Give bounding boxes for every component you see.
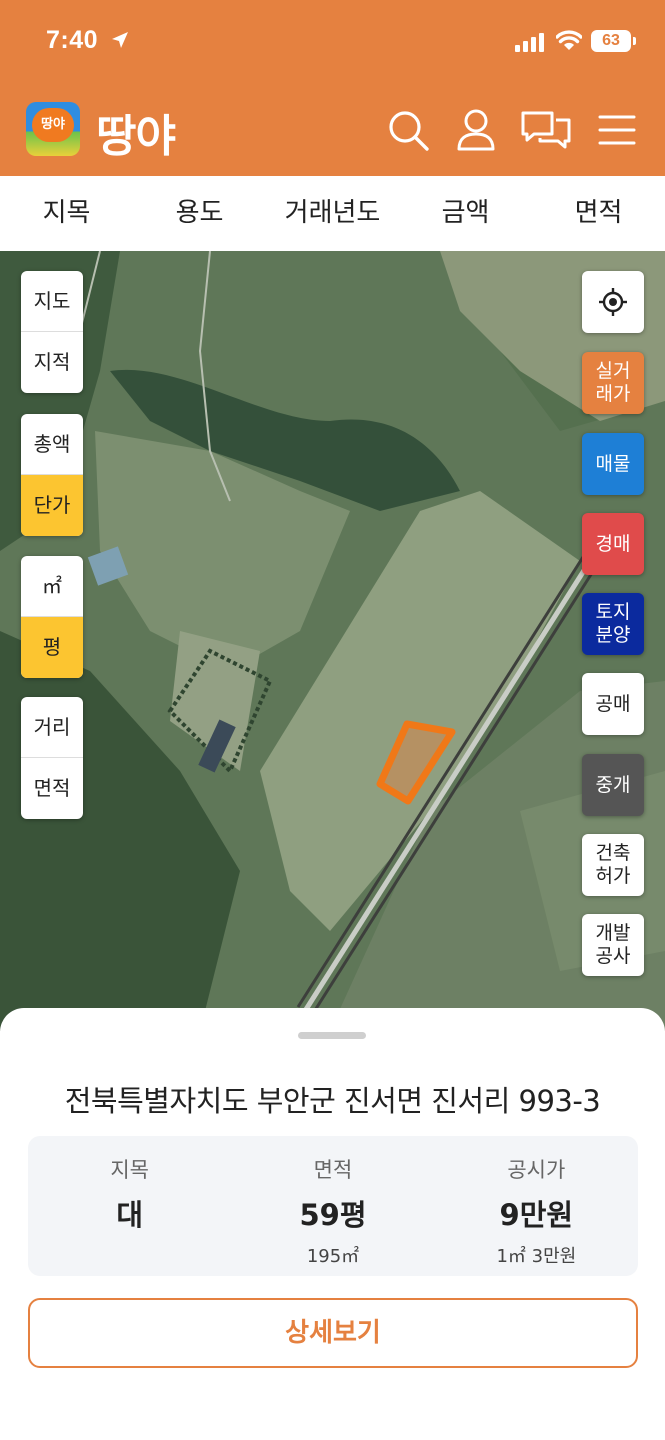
filter-tab-bar: 지목 용도 거래년도 금액 면적 bbox=[0, 176, 665, 251]
land-type-value: 대 bbox=[116, 1198, 143, 1232]
satellite-imagery bbox=[0, 251, 665, 1031]
official-price-label: 공시가 bbox=[507, 1158, 566, 1182]
measure-tools: 거리 면적 bbox=[21, 697, 83, 819]
sheet-drag-handle[interactable] bbox=[298, 1032, 366, 1039]
wifi-icon bbox=[556, 30, 582, 50]
area-sub-value: 195㎡ bbox=[306, 1246, 360, 1267]
area-column: 면적 59평 195㎡ bbox=[231, 1136, 434, 1276]
area-unit-toggle: ㎡ 평 bbox=[21, 556, 83, 678]
official-price-value: 9만원 bbox=[499, 1198, 574, 1232]
filter-tab-amount[interactable]: 금액 bbox=[399, 176, 532, 251]
cellular-signal-icon bbox=[515, 33, 544, 52]
layer-auction-button[interactable]: 경매 bbox=[582, 513, 644, 575]
search-icon[interactable] bbox=[386, 108, 430, 152]
layer-cadastral-button[interactable]: 지적 bbox=[21, 332, 83, 393]
price-unit-button[interactable]: 단가 bbox=[21, 475, 83, 536]
layer-land-sale-button[interactable]: 토지 분양 bbox=[582, 593, 644, 655]
unit-pyeong-button[interactable]: 평 bbox=[21, 617, 83, 678]
view-details-button[interactable]: 상세보기 bbox=[28, 1298, 638, 1368]
price-total-button[interactable]: 총액 bbox=[21, 414, 83, 475]
map-layer-toggle: 지도 지적 bbox=[21, 271, 83, 393]
parcel-address: 전북특별자치도 부안군 진서면 진서리 993-3 bbox=[64, 1084, 601, 1118]
crosshair-icon bbox=[599, 288, 627, 316]
status-time: 7:40 bbox=[46, 26, 99, 54]
location-arrow-icon bbox=[112, 32, 128, 48]
layer-building-permit-button[interactable]: 건축 허가 bbox=[582, 834, 644, 896]
layer-listings-button[interactable]: 매물 bbox=[582, 433, 644, 495]
layer-public-sale-button[interactable]: 공매 bbox=[582, 673, 644, 735]
area-label: 면적 bbox=[313, 1158, 353, 1182]
official-price-sub-value: 1㎡ 3만원 bbox=[496, 1246, 577, 1267]
logo-text: 땅야 bbox=[32, 108, 74, 142]
app-header: 7:40 63 땅야 땅야 bbox=[0, 0, 665, 176]
app-logo[interactable]: 땅야 bbox=[26, 102, 80, 156]
filter-tab-land-type[interactable]: 지목 bbox=[0, 176, 133, 251]
unit-sqm-button[interactable]: ㎡ bbox=[21, 556, 83, 617]
battery-indicator: 63 bbox=[591, 30, 636, 52]
layer-development-button[interactable]: 개발 공사 bbox=[582, 914, 644, 976]
chat-icon[interactable] bbox=[520, 108, 572, 152]
my-location-button[interactable] bbox=[582, 271, 644, 333]
menu-icon[interactable] bbox=[598, 108, 636, 152]
land-type-column: 지목 대 bbox=[28, 1136, 231, 1276]
filter-tab-trade-year[interactable]: 거래년도 bbox=[266, 176, 399, 251]
layer-map-button[interactable]: 지도 bbox=[21, 271, 83, 332]
land-type-label: 지목 bbox=[110, 1158, 149, 1182]
filter-tab-area[interactable]: 면적 bbox=[532, 176, 665, 251]
filter-tab-zoning[interactable]: 용도 bbox=[133, 176, 266, 251]
measure-distance-button[interactable]: 거리 bbox=[21, 697, 83, 758]
layer-brokerage-button[interactable]: 중개 bbox=[582, 754, 644, 816]
status-bar: 7:40 63 bbox=[0, 0, 665, 84]
parcel-bottom-sheet: 전북특별자치도 부안군 진서면 진서리 993-3 지목 대 면적 59평 19… bbox=[0, 1008, 665, 1440]
area-value: 59평 bbox=[299, 1198, 367, 1232]
brand-name: 땅야 bbox=[96, 111, 176, 162]
user-icon[interactable] bbox=[454, 108, 498, 152]
satellite-map[interactable]: 지도 지적 총액 단가 ㎡ 평 거리 면적 실거 래가 매물 경매 토지 분양 … bbox=[0, 251, 665, 1031]
layer-real-trade-price-button[interactable]: 실거 래가 bbox=[582, 352, 644, 414]
parcel-info-card: 지목 대 면적 59평 195㎡ 공시가 9만원 1㎡ 3만원 bbox=[28, 1136, 638, 1276]
measure-area-button[interactable]: 면적 bbox=[21, 758, 83, 819]
price-mode-toggle: 총액 단가 bbox=[21, 414, 83, 536]
official-price-column: 공시가 9만원 1㎡ 3만원 bbox=[435, 1136, 638, 1276]
